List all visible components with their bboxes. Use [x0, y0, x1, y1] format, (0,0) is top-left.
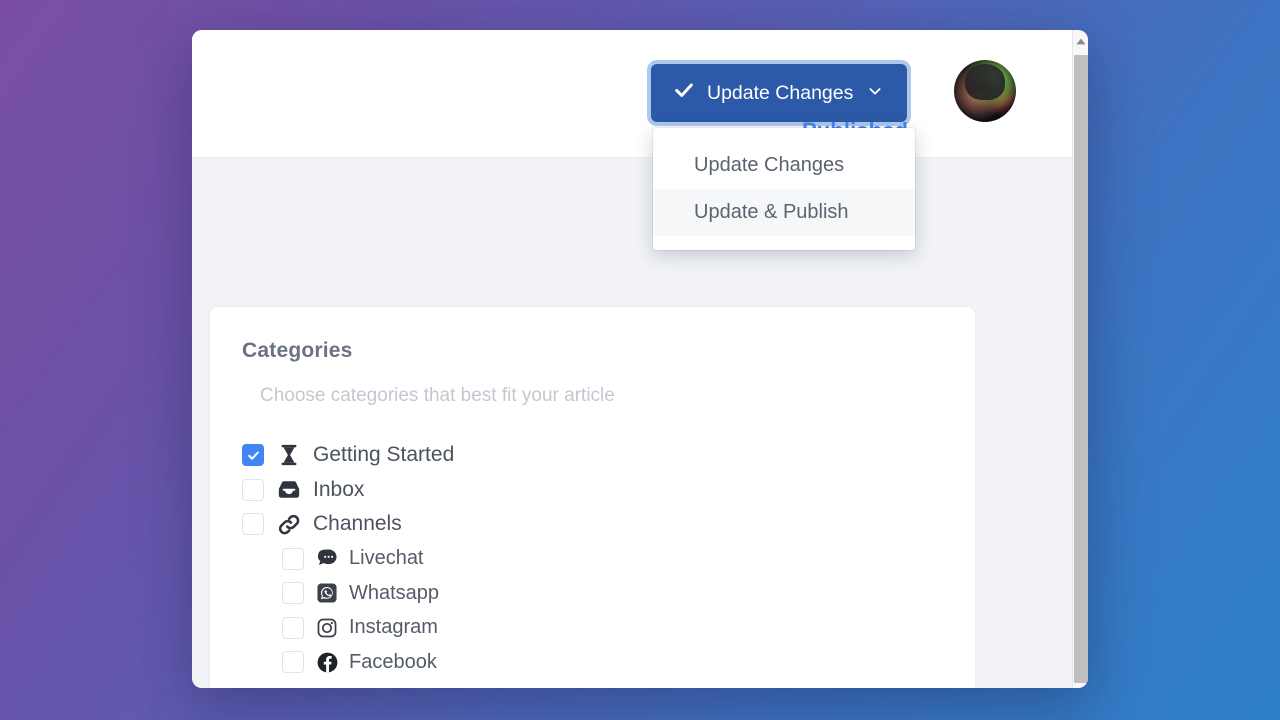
category-label-getting-started: Getting Started — [313, 443, 455, 467]
check-icon — [673, 79, 695, 107]
checkbox-instagram[interactable] — [282, 616, 304, 639]
update-changes-button-label: Update Changes — [707, 81, 854, 104]
inbox-icon — [276, 480, 302, 499]
category-row-whatsapp[interactable]: Whatsapp — [242, 576, 943, 611]
category-row-livechat[interactable]: Livechat — [242, 542, 943, 577]
update-changes-dropdown-menu: Update Changes Update & Publish — [653, 128, 915, 250]
category-row-getting-started[interactable]: Getting Started — [242, 438, 943, 473]
category-label-channels: Channels — [313, 512, 402, 536]
checkbox-getting-started[interactable] — [242, 444, 264, 467]
livechat-icon — [316, 549, 338, 569]
category-label-inbox: Inbox — [313, 477, 365, 501]
category-label-facebook: Facebook — [349, 650, 437, 673]
update-changes-button-wrap: Update Changes — [651, 64, 908, 122]
checkbox-whatsapp[interactable] — [282, 582, 304, 605]
category-label-whatsapp: Whatsapp — [349, 581, 440, 604]
app-window: Published Update Changes Update Changes … — [192, 30, 1088, 688]
checkbox-inbox[interactable] — [242, 478, 264, 501]
categories-subtitle: Choose categories that best fit your art… — [260, 385, 615, 406]
hourglass-icon — [276, 444, 302, 466]
categories-title: Categories — [242, 339, 353, 362]
checkbox-channels[interactable] — [242, 513, 264, 536]
category-label-instagram: Instagram — [349, 616, 438, 639]
checkbox-facebook[interactable] — [282, 651, 304, 674]
checkbox-livechat[interactable] — [282, 547, 304, 570]
category-row-channels[interactable]: Channels — [242, 507, 943, 542]
menu-item-update-changes[interactable]: Update Changes — [653, 142, 915, 189]
avatar[interactable] — [954, 60, 1016, 122]
menu-item-update-and-publish[interactable]: Update & Publish — [653, 189, 915, 236]
vertical-scroll-thumb[interactable] — [1074, 55, 1088, 683]
facebook-icon — [316, 652, 338, 673]
vertical-scrollbar[interactable] — [1072, 30, 1088, 688]
category-row-inbox[interactable]: Inbox — [242, 473, 943, 508]
category-row-facebook[interactable]: Facebook — [242, 645, 943, 680]
instagram-icon — [316, 618, 338, 638]
update-changes-button[interactable]: Update Changes — [651, 64, 908, 122]
app-header — [192, 30, 1072, 158]
chevron-down-icon[interactable] — [867, 82, 883, 105]
categories-list: Getting Started Inbox Channels Livechat … — [242, 438, 943, 680]
categories-card: Categories Choose categories that best f… — [210, 307, 975, 688]
category-row-instagram[interactable]: Instagram — [242, 611, 943, 646]
category-label-livechat: Livechat — [349, 547, 424, 570]
whatsapp-icon — [316, 583, 338, 603]
link-icon — [276, 514, 302, 535]
triangle-up-icon[interactable] — [1073, 30, 1088, 52]
